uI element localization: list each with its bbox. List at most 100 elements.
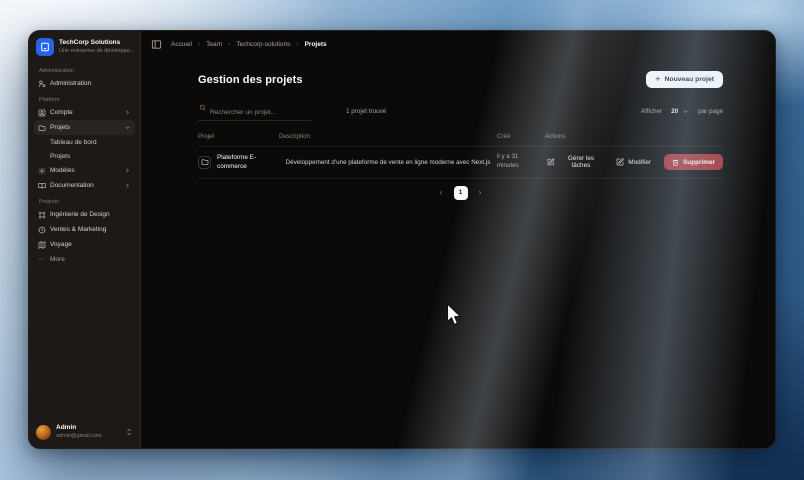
sidebar-item-documentation[interactable]: Documentation <box>34 178 135 193</box>
folder-icon <box>38 124 46 132</box>
ellipsis-icon: ⋯ <box>38 255 45 263</box>
page-size-select[interactable]: 20 <box>668 106 692 117</box>
desktop-background: TechCorp Solutions Une entreprise de dév… <box>0 0 804 480</box>
square-user-icon <box>38 109 46 117</box>
sidebar-item-more[interactable]: ⋯ More <box>34 252 135 267</box>
project-description: Développement d'une plateforme de vente … <box>285 158 491 166</box>
projects-table: Projet Description Créé Actions Platefor… <box>198 129 723 200</box>
project-name: Plateforme E-commerce <box>217 154 257 171</box>
sidebar-item-label: Documentation <box>50 182 94 189</box>
sidebar-item-label: Ventes & Marketing <box>50 226 107 233</box>
row-actions: Gérer les tâches Modifier Supprimer <box>545 153 723 171</box>
sidebar-item-modeles[interactable]: Modèles <box>34 163 135 178</box>
org-subtitle: Une entreprise de développe... <box>59 47 135 54</box>
pagination-next-button[interactable]: › <box>477 186 484 199</box>
sidebar-subitem-projets[interactable]: Projets <box>34 149 135 163</box>
edit-button[interactable]: Modifier <box>616 156 651 168</box>
edit-icon <box>547 158 555 166</box>
sidebar-item-label: Ingénierie de Design <box>50 211 110 218</box>
plus-icon: + <box>655 74 661 84</box>
page-size-control: Afficher 20 par page <box>641 106 723 117</box>
manage-tasks-button[interactable]: Gérer les tâches <box>547 153 603 171</box>
clock-icon <box>38 226 46 234</box>
search-icon <box>199 104 206 111</box>
edit-icon <box>616 158 624 166</box>
page-content: Gestion des projets + Nouveau projet 1 p… <box>141 57 775 200</box>
section-label-projects: Projects <box>39 199 59 205</box>
page-size-value: 20 <box>671 107 679 115</box>
sidebar-item-administration[interactable]: Administration <box>34 76 135 91</box>
pagination-page-1-button[interactable]: 1 <box>453 185 468 200</box>
avatar <box>36 424 51 440</box>
folder-icon <box>198 155 211 169</box>
new-project-button[interactable]: + Nouveau projet <box>646 71 723 88</box>
breadcrumb-separator: › <box>296 40 299 48</box>
sidebar-item-label: Projets <box>50 124 71 131</box>
book-open-icon <box>38 182 46 190</box>
breadcrumb-item-team[interactable]: Team <box>206 41 222 48</box>
breadcrumb-item-projets: Projets <box>304 40 327 48</box>
org-text: TechCorp Solutions Une entreprise de dév… <box>59 39 134 55</box>
org-logo-icon <box>36 38 54 56</box>
page-title: Gestion des projets <box>198 73 303 86</box>
chevron-down-icon <box>682 108 689 115</box>
sidebar-item-voyage[interactable]: Voyage <box>34 237 135 252</box>
app-window: TechCorp Solutions Une entreprise de dév… <box>28 30 776 449</box>
topbar: Accueil › Team › Techcorp-solutions › Pr… <box>141 31 775 57</box>
user-menu[interactable]: Admin admin@gmail.com <box>29 416 140 448</box>
org-switcher[interactable]: TechCorp Solutions Une entreprise de dév… <box>29 31 140 62</box>
page-size-suffix: par page <box>698 107 723 115</box>
sidebar-item-label: Compte <box>50 109 73 116</box>
page-header: Gestion des projets + Nouveau projet <box>198 71 723 88</box>
delete-button[interactable]: Supprimer <box>664 154 723 171</box>
sidebar-item-compte[interactable]: Compte <box>34 105 135 120</box>
chevron-right-icon <box>124 167 131 174</box>
table-header-row: Projet Description Créé Actions <box>198 129 723 147</box>
sidebar-subitem-tableau-de-bord[interactable]: Tableau de bord <box>34 135 135 149</box>
chevron-right-icon <box>124 109 131 116</box>
page-size-prefix: Afficher <box>640 107 663 115</box>
user-name: Admin <box>56 424 77 432</box>
main-area: Accueil › Team › Techcorp-solutions › Pr… <box>141 31 775 448</box>
section-label-administration: Administration <box>39 68 74 74</box>
sidebar-item-projets[interactable]: Projets <box>34 120 135 135</box>
breadcrumb: Accueil › Team › Techcorp-solutions › Pr… <box>171 41 327 48</box>
gear-icon <box>38 167 46 175</box>
chevron-right-icon <box>124 182 131 189</box>
breadcrumb-separator: › <box>197 40 201 48</box>
org-name: TechCorp Solutions <box>59 39 121 47</box>
section-label-platform: Platform <box>39 97 60 103</box>
sidebar-item-label: Modèles <box>50 167 75 174</box>
edit-label: Modifier <box>628 158 652 166</box>
sidebar-item-label: Administration <box>50 80 92 87</box>
trash-icon <box>672 159 679 166</box>
project-created: il y a 31 minutes <box>497 153 519 170</box>
manage-tasks-label: Gérer les tâches <box>567 155 595 170</box>
chevrons-up-down-icon <box>125 428 133 436</box>
project-cell: Plateforme E-commerce <box>198 153 279 172</box>
sidebar-item-label: Voyage <box>50 241 72 248</box>
user-gear-icon <box>38 80 46 88</box>
sidebar-item-label: More <box>50 256 65 263</box>
breadcrumb-item-techcorp-solutions[interactable]: Techcorp-solutions <box>236 41 290 48</box>
search-input[interactable] <box>198 107 311 121</box>
sidebar-item-ingenierie-de-design[interactable]: Ingénierie de Design <box>34 207 135 222</box>
breadcrumb-separator: › <box>228 40 231 48</box>
new-project-label: Nouveau projet <box>664 76 714 83</box>
column-header-projet: Projet <box>198 133 215 140</box>
table-toolbar: 1 projet trouvé Afficher 20 par page <box>198 101 723 121</box>
sidebar-item-ventes-marketing[interactable]: Ventes & Marketing <box>34 222 135 237</box>
pagination-prev-button[interactable]: ‹ <box>438 186 445 199</box>
user-email: admin@gmail.com <box>56 432 102 439</box>
frame-icon <box>38 211 46 219</box>
search-box <box>198 101 311 121</box>
chevron-down-icon <box>124 124 131 131</box>
breadcrumb-item-accueil[interactable]: Accueil <box>171 41 192 48</box>
sidebar-toggle-icon[interactable] <box>151 39 162 50</box>
column-header-description: Description <box>279 133 310 140</box>
pagination: ‹ 1 › <box>198 185 723 200</box>
column-header-cree: Créé <box>497 133 511 140</box>
sidebar: TechCorp Solutions Une entreprise de dév… <box>29 31 141 448</box>
column-header-actions: Actions <box>545 133 566 140</box>
user-info: Admin admin@gmail.com <box>56 424 102 440</box>
